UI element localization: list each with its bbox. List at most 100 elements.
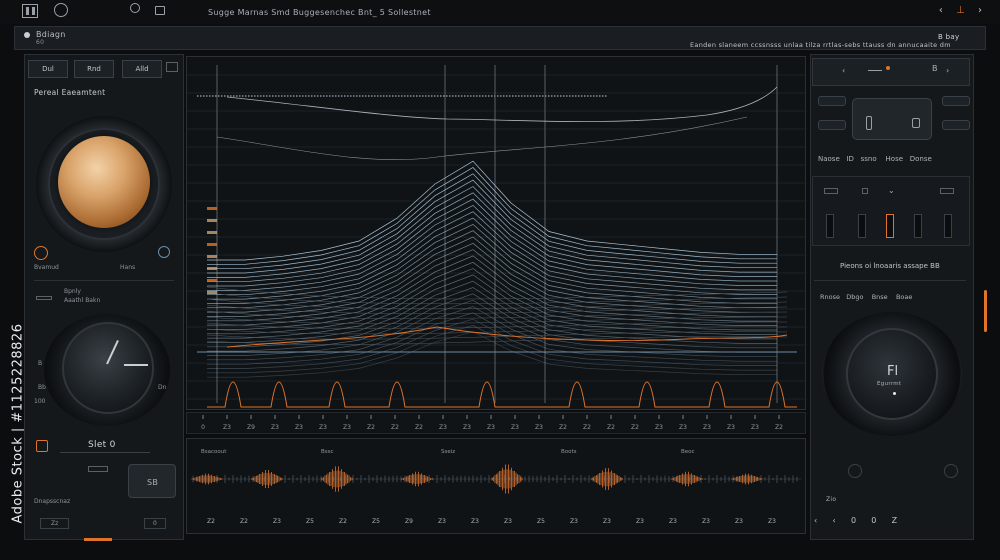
signal-dot — [431, 95, 433, 97]
wave-tick-label: Z2 — [207, 518, 215, 525]
rp-switch-icon[interactable] — [866, 116, 872, 130]
rp-section-title: Pieons oi lnoaaris assape BB — [840, 262, 940, 270]
signal-dot — [410, 95, 412, 97]
chat-icon[interactable] — [155, 6, 165, 15]
signal-dot — [341, 95, 343, 97]
tick-label: Z3 — [655, 424, 663, 431]
rp-next-icon[interactable]: › — [946, 66, 950, 75]
header-button[interactable]: B bay — [938, 33, 959, 41]
slider-track[interactable] — [60, 452, 150, 453]
level-bar — [207, 255, 217, 258]
chevron-down-icon[interactable]: ⌄ — [888, 186, 895, 195]
next-arrow-icon[interactable]: › — [978, 5, 982, 16]
rp-nav-2[interactable]: ‹ — [832, 516, 835, 525]
tick-label: Z2 — [367, 424, 375, 431]
knob1-caption: Bvamud — [34, 264, 59, 271]
signal-dot — [470, 95, 472, 97]
rp-icon-3[interactable] — [940, 188, 954, 194]
mark-icon[interactable]: ⊥ — [956, 5, 965, 16]
grid-icon[interactable] — [166, 62, 178, 72]
signal-dot — [443, 95, 445, 97]
rp-small-knob-1[interactable] — [848, 464, 862, 478]
rp-nav-1[interactable]: ‹ — [814, 516, 817, 525]
signal-dot — [323, 95, 325, 97]
rp-nav-4[interactable]: 0 — [871, 516, 876, 525]
signal-dot — [359, 95, 361, 97]
signal-dot — [509, 95, 511, 97]
signal-dot — [338, 95, 340, 97]
signal-dot — [362, 95, 364, 97]
switch-icon[interactable] — [36, 296, 52, 300]
rp-button-2[interactable] — [818, 120, 846, 130]
master-knob-label: Fl — [887, 364, 899, 379]
signal-dot — [473, 95, 475, 97]
wave-tick-label: Z3 — [636, 518, 644, 525]
fader-2[interactable] — [858, 214, 866, 238]
signal-dot — [554, 95, 556, 97]
signal-dot — [479, 95, 481, 97]
footer-button-2[interactable]: 0 — [144, 518, 166, 529]
rp-display-device[interactable] — [852, 98, 932, 140]
rp-lock-icon[interactable] — [912, 118, 920, 128]
section-label: Bpnly — [64, 288, 81, 295]
fader-4[interactable] — [914, 214, 922, 238]
rp-row1-label-3: ssno — [860, 155, 877, 163]
signal-dot — [515, 95, 517, 97]
tick-label: Z3 — [223, 424, 231, 431]
footer-button-1[interactable]: Zz — [40, 518, 70, 529]
signal-dot — [575, 95, 577, 97]
main-knob[interactable] — [58, 136, 150, 228]
signal-dot — [272, 95, 274, 97]
user-icon[interactable] — [130, 3, 140, 13]
wave-tick-label: Z3 — [570, 518, 578, 525]
tick-label: Z3 — [703, 424, 711, 431]
rp-prev-icon[interactable]: ‹ — [842, 66, 846, 75]
toggle-icon[interactable] — [88, 466, 108, 472]
signal-dot — [251, 95, 253, 97]
signal-dot — [302, 95, 304, 97]
rp-icon-1[interactable] — [824, 188, 838, 194]
link-icon[interactable] — [158, 246, 170, 258]
rp-divider — [814, 280, 966, 281]
tick-label: Z2 — [631, 424, 639, 431]
secondary-knob[interactable] — [62, 322, 154, 414]
fader-5[interactable] — [944, 214, 952, 238]
audio-waveform-panel[interactable]: Bsacoout Bssc Sseiz Boots Beoc Z2 Z2 Z3 Z5 Z2 Z5 Z9… — [186, 438, 806, 534]
rp-bottom-label: Zio — [826, 496, 837, 503]
window-title: Sugge Marnas Smd Buggesenchec Bnt_ 5 Sol… — [208, 8, 431, 17]
signal-dot — [596, 95, 598, 97]
rp-button-4[interactable] — [942, 120, 970, 130]
waveform-display[interactable] — [186, 56, 807, 410]
level-indicator — [84, 538, 112, 541]
mode-button-1[interactable]: Dul — [28, 60, 68, 78]
fader-3[interactable] — [886, 214, 894, 238]
waveform-chart — [187, 65, 807, 408]
signal-dot — [518, 95, 520, 97]
signal-dot — [449, 95, 451, 97]
rp-nav-3[interactable]: 0 — [851, 516, 856, 525]
signal-dot — [356, 95, 358, 97]
signal-dot — [569, 95, 571, 97]
rp-button-3[interactable] — [942, 96, 970, 106]
mode-button-3[interactable]: Alld — [122, 60, 162, 78]
settings-dial-icon[interactable] — [54, 3, 68, 17]
rp-nav-5[interactable]: Z — [892, 516, 897, 525]
rp-row1-label-1: Naose — [818, 155, 840, 163]
rp-button-1[interactable] — [818, 96, 846, 106]
prev-arrow-icon[interactable]: ‹ — [939, 5, 943, 16]
signal-dot — [314, 95, 316, 97]
power-icon[interactable] — [34, 246, 48, 260]
rp-icon-2[interactable] — [862, 188, 868, 194]
fader-1[interactable] — [826, 214, 834, 238]
signal-dot — [398, 95, 400, 97]
warning-icon[interactable] — [36, 440, 48, 452]
rp-small-knob-2[interactable] — [944, 464, 958, 478]
rp-record-icon[interactable] — [886, 66, 890, 70]
upper-curve — [216, 116, 748, 161]
rp-level-indicator — [984, 290, 987, 332]
signal-dot — [206, 95, 208, 97]
signal-dot — [533, 95, 535, 97]
wave-tick-label: Z3 — [702, 518, 710, 525]
mode-button-2[interactable]: Rnd — [74, 60, 114, 78]
wave-label: Boots — [561, 449, 577, 455]
